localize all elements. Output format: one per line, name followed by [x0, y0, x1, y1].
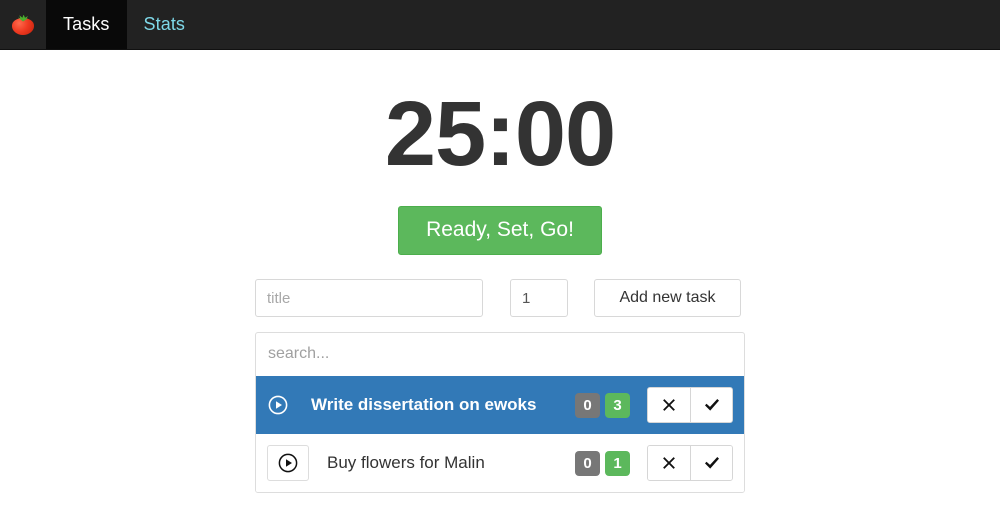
- task-badges: 0 3: [575, 392, 630, 418]
- nav-tab-tasks-label: Tasks: [63, 14, 110, 34]
- close-icon: [663, 399, 675, 411]
- play-circle-icon[interactable]: [267, 394, 289, 416]
- close-icon: [663, 457, 675, 469]
- complete-task-button[interactable]: [690, 388, 732, 422]
- nav-tab-stats-label: Stats: [143, 14, 186, 34]
- complete-task-button[interactable]: [690, 446, 732, 480]
- badge-done-count: 0: [575, 450, 600, 476]
- play-circle-icon: [278, 453, 298, 473]
- brand-logo[interactable]: [0, 0, 46, 49]
- nav-tab-stats[interactable]: Stats: [127, 0, 203, 49]
- badge-total-count: 3: [605, 392, 630, 418]
- check-icon: [704, 399, 719, 411]
- play-task-button[interactable]: [267, 445, 309, 481]
- task-title: Write dissertation on ewoks: [311, 395, 537, 414]
- task-row[interactable]: Write dissertation on ewoks 0 3: [256, 376, 744, 434]
- add-task-form: Add new task: [255, 279, 745, 317]
- nav-tab-tasks[interactable]: Tasks: [46, 0, 127, 49]
- add-task-button[interactable]: Add new task: [594, 279, 741, 317]
- task-list: Write dissertation on ewoks 0 3: [255, 332, 745, 493]
- task-title-input[interactable]: [255, 279, 483, 317]
- start-timer-button[interactable]: Ready, Set, Go!: [398, 206, 602, 255]
- delete-task-button[interactable]: [648, 446, 690, 480]
- task-actions: [647, 387, 733, 423]
- check-icon: [704, 457, 719, 469]
- search-row: [256, 333, 744, 376]
- search-input[interactable]: [264, 340, 736, 368]
- task-panel: Add new task Write dissertation on ewoks…: [255, 279, 745, 493]
- badge-total-count: 1: [605, 450, 630, 476]
- tomato-icon: [12, 14, 34, 35]
- task-title: Buy flowers for Malin: [327, 453, 485, 472]
- task-count-input[interactable]: [510, 279, 568, 317]
- task-row[interactable]: Buy flowers for Malin 0 1: [256, 434, 744, 492]
- start-button-container: Ready, Set, Go!: [0, 206, 1000, 255]
- task-actions: [647, 445, 733, 481]
- badge-done-count: 0: [575, 392, 600, 418]
- main-content: 25:00 Ready, Set, Go! Add new task: [0, 50, 1000, 493]
- task-badges: 0 1: [575, 450, 630, 476]
- timer-display: 25:00: [384, 83, 616, 185]
- navbar: Tasks Stats: [0, 0, 1000, 50]
- delete-task-button[interactable]: [648, 388, 690, 422]
